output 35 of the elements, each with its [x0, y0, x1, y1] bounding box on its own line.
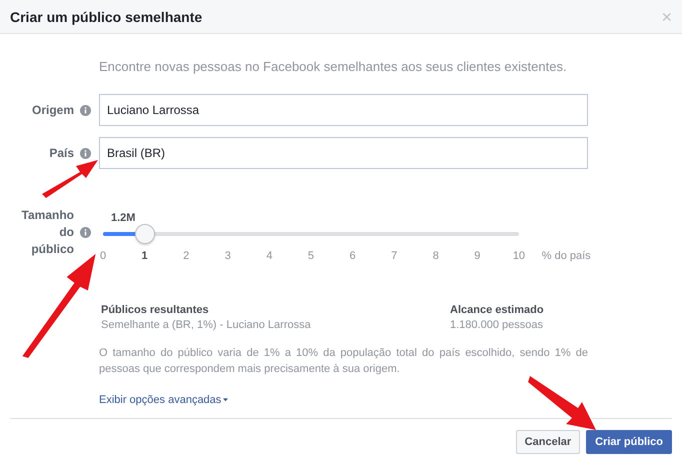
- cancel-button[interactable]: Cancelar: [516, 430, 580, 454]
- tick-label: 7: [390, 250, 398, 262]
- tick-label: 3: [224, 250, 232, 262]
- create-button[interactable]: Criar público: [586, 430, 672, 454]
- tick-label: 0: [98, 250, 108, 262]
- results-heading: Públicos resultantes: [101, 304, 210, 316]
- field-label: Tamanho do público: [20, 207, 74, 258]
- reach-value: 1.180.000 pessoas: [450, 319, 544, 331]
- reach-heading: Alcance estimado: [450, 304, 544, 316]
- field-label: Origem: [30, 103, 74, 117]
- caret-icon[interactable]: [223, 398, 228, 402]
- slider-thumb[interactable]: [134, 224, 155, 244]
- slider-track[interactable]: [103, 232, 519, 236]
- size-reading: 1.2M: [111, 212, 136, 224]
- field-label: País: [48, 146, 74, 160]
- tick-label: 1: [140, 250, 149, 262]
- tick-label: 6: [348, 250, 357, 262]
- unit-label: % do país: [542, 250, 591, 262]
- intro-text: Encontre novas pessoas no Facebook semelhantes aos seus clientes existentes.: [99, 59, 568, 75]
- tick-label: 9: [473, 250, 482, 262]
- tick-label: 4: [265, 250, 274, 262]
- tick-label: 10: [512, 250, 526, 262]
- note-text: O tamanho do público varia de 1% a 10% da população total do país escolhido, sendo 1% de pessoas que correspondem mais precisamente à sua origem.: [99, 346, 588, 377]
- info-icon[interactable]: [80, 148, 91, 158]
- advanced-options-link[interactable]: Exibir opções avançadas: [99, 394, 228, 406]
- tick-label: 5: [306, 250, 316, 262]
- annotation-arrow: [40, 158, 100, 198]
- tick-label: 8: [432, 250, 440, 262]
- tick-label: 2: [182, 250, 190, 262]
- dialog-title: Criar um público semelhante: [10, 8, 202, 24]
- info-icon[interactable]: [80, 227, 91, 238]
- info-icon[interactable]: [80, 104, 91, 116]
- input-field[interactable]: Luciano Larrossa: [99, 94, 588, 126]
- input-field[interactable]: Brasil (BR): [99, 137, 588, 169]
- audience-name: Semelhante a (BR, 1%) - Luciano Larrossa: [101, 319, 312, 331]
